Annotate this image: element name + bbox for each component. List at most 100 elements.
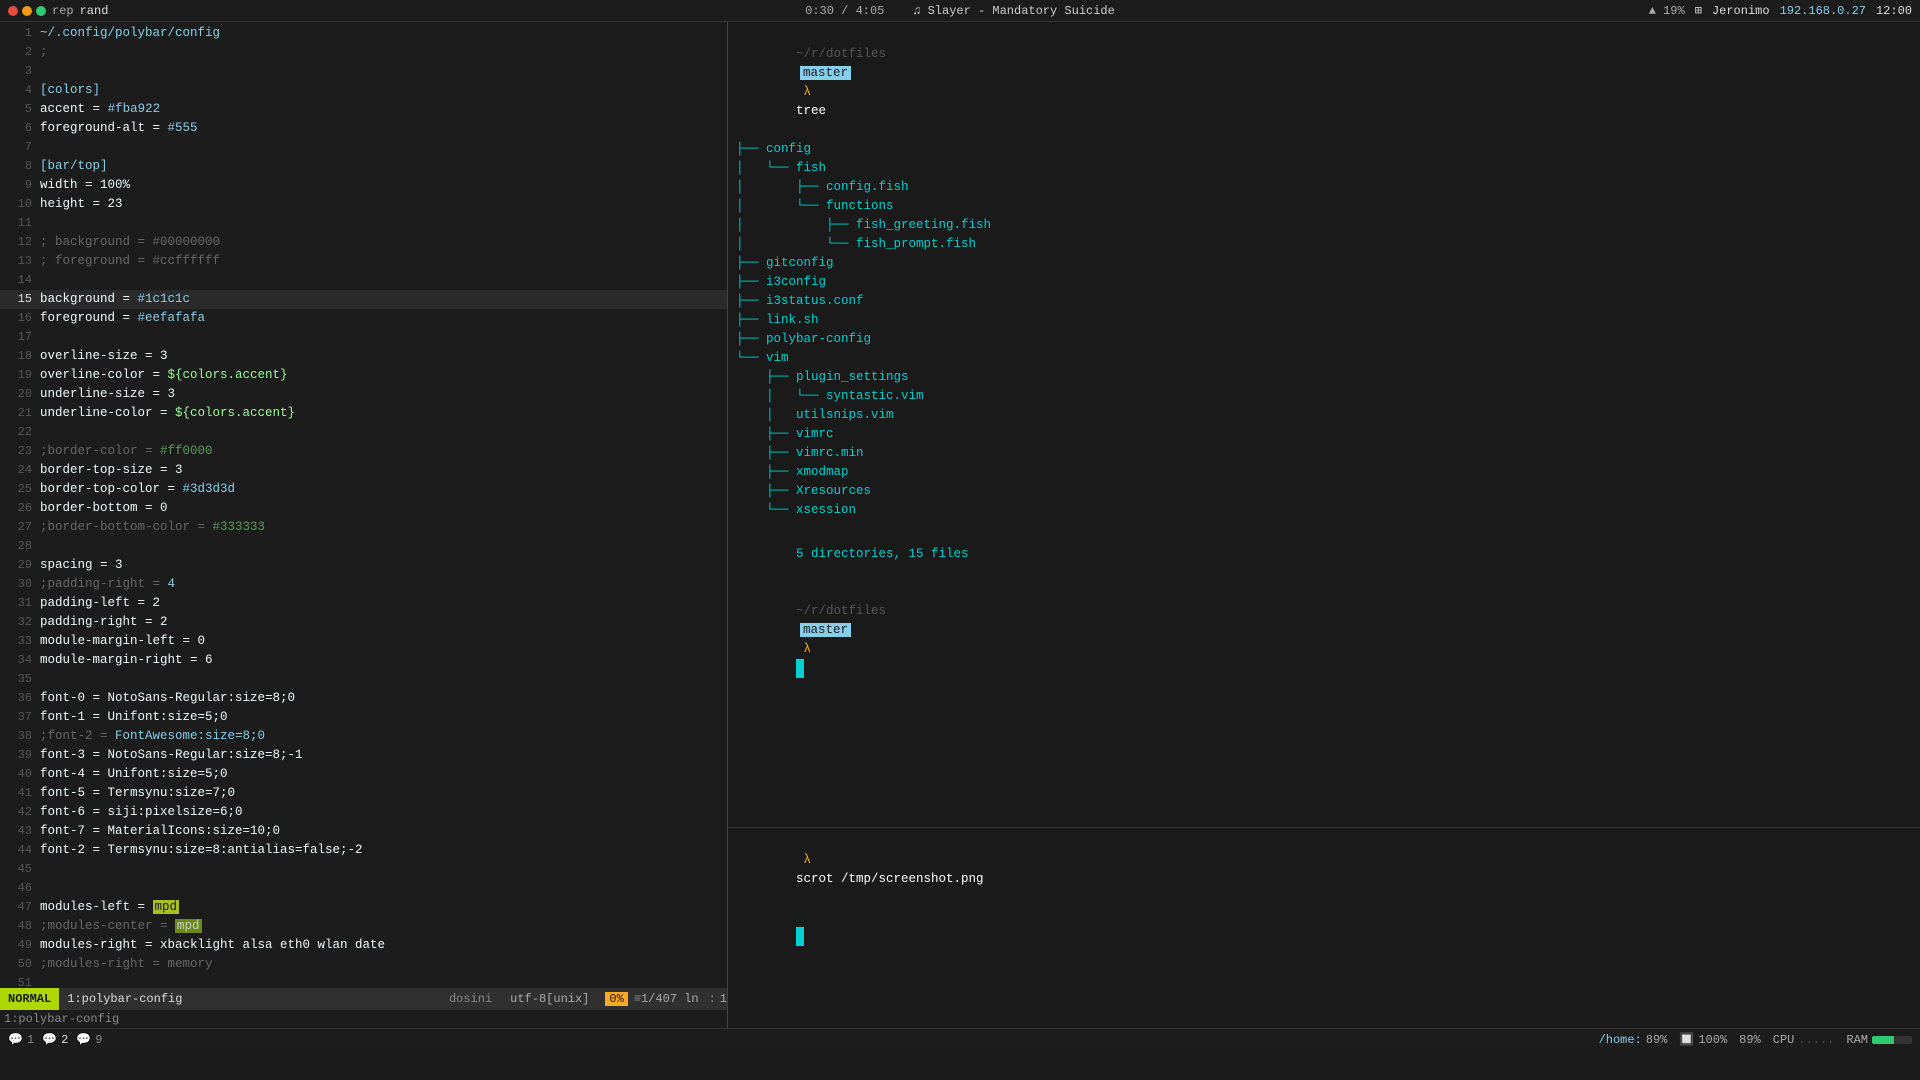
vim-statusbar: NORMAL 1:polybar-config dosini utf-8[uni…: [0, 988, 727, 1010]
line-17: 17: [0, 328, 727, 347]
bottombar-left: 💬 1 💬 2 💬 9: [8, 1032, 1589, 1047]
term-prompt2-line: ~/r/dotfiles master λ: [736, 583, 1912, 697]
line-33: 33 module-margin-left = 0: [0, 632, 727, 651]
media-song: ♫ Slayer - Mandatory Suicide: [913, 4, 1115, 18]
line-30: 30 ;padding-right = 4: [0, 575, 727, 594]
media-progress: 0:30 / 4:05: [805, 4, 884, 18]
tree-line-vimrc-min: ├── vimrc.min: [736, 444, 1912, 463]
line-50: 50 ;modules-right = memory: [0, 955, 727, 974]
tree-line-utilsnips: │ utilsnips.vim: [736, 406, 1912, 425]
topbar-center: 0:30 / 4:05 ♫ Slayer - Mandatory Suicide: [646, 4, 1274, 18]
line-15: 15 background = #1c1c1c: [0, 290, 727, 309]
line-29: 29 spacing = 3: [0, 556, 727, 575]
line-47: 47 modules-left = mpd: [0, 898, 727, 917]
tab-9-num: 9: [95, 1033, 102, 1047]
chat-icon-2: 💬: [42, 1032, 57, 1047]
line-49: 49 modules-right = xbacklight alsa eth0 …: [0, 936, 727, 955]
home-label: /home:: [1599, 1033, 1642, 1047]
topbar: rep rand 0:30 / 4:05 ♫ Slayer - Mandator…: [0, 0, 1920, 22]
terminal-tree-pane: ~/r/dotfiles master λ tree ├── config │ …: [728, 22, 1920, 828]
line-45: 45: [0, 860, 727, 879]
tree-line-fish-greeting: │ ├── fish_greeting.fish: [736, 216, 1912, 235]
tree-line-i3config: ├── i3config: [736, 273, 1912, 292]
window-controls: [8, 6, 46, 16]
tree-line-fish: │ └── fish: [736, 159, 1912, 178]
tree-line-configfish: │ ├── config.fish: [736, 178, 1912, 197]
line-48: 48 ;modules-center = mpd: [0, 917, 727, 936]
line-2: 2 ;: [0, 43, 727, 62]
tree-line-functions: │ └── functions: [736, 197, 1912, 216]
tree-line-i3status: ├── i3status.conf: [736, 292, 1912, 311]
line-37: 37 font-1 = Unifont:size=5;0: [0, 708, 727, 727]
tab-9[interactable]: 💬 9: [76, 1032, 102, 1047]
line-21: 21 underline-color = ${colors.accent}: [0, 404, 727, 423]
term-scrot-cursor: [736, 908, 1912, 965]
line-8: 8 [bar/top]: [0, 157, 727, 176]
terminal-panel[interactable]: ~/r/dotfiles master λ tree ├── config │ …: [728, 22, 1920, 1028]
topbar-right: ▲ 19% ⊞ Jeronimo 192.168.0.27 12:00: [1284, 3, 1912, 18]
line-12: 12 ; background = #00000000: [0, 233, 727, 252]
line-7: 7: [0, 138, 727, 157]
tab-1-num: 1: [27, 1033, 34, 1047]
vim-bottom-filename: 1:polybar-config: [4, 1012, 119, 1026]
close-dot[interactable]: [8, 6, 18, 16]
line-23: 23 ;border-color = #ff0000: [0, 442, 727, 461]
tree-line-plugin: ├── plugin_settings: [736, 368, 1912, 387]
term-scrot-line: λ scrot /tmp/screenshot.png: [736, 832, 1912, 908]
right-pct: 89%: [1739, 1033, 1761, 1047]
line-18: 18 overline-size = 3: [0, 347, 727, 366]
line-38: 38 ;font-2 = FontAwesome:size=8;0: [0, 727, 727, 746]
line-6: 6 foreground-alt = #555: [0, 119, 727, 138]
wifi-icon: ⊞: [1695, 3, 1702, 18]
tab-2[interactable]: 💬 2: [42, 1032, 68, 1047]
tab-2-num: 2: [61, 1033, 68, 1047]
line-5: 5 accent = #fba922: [0, 100, 727, 119]
line-19: 19 overline-color = ${colors.accent}: [0, 366, 727, 385]
vim-filename: 1:polybar-config: [67, 992, 182, 1006]
vim-mode: NORMAL: [0, 988, 59, 1010]
battery-pct: ▲ 19%: [1649, 4, 1685, 18]
cpu-stat: CPU .....: [1773, 1033, 1835, 1047]
minimize-dot[interactable]: [22, 6, 32, 16]
line-31: 31 padding-left = 2: [0, 594, 727, 613]
vim-editor[interactable]: 1 ~/.config/polybar/config 2 ; 3 4 [colo…: [0, 22, 728, 1028]
line-16: 16 foreground = #eefafafa: [0, 309, 727, 328]
tree-line-xsession: └── xsession: [736, 501, 1912, 520]
vim-bottom-label: 1:polybar-config: [0, 1010, 727, 1028]
home-stat: /home: 89%: [1599, 1033, 1668, 1047]
line-25: 25 border-top-color = #3d3d3d: [0, 480, 727, 499]
line-40: 40 font-4 = Unifont:size=5;0: [0, 765, 727, 784]
tree-line-xmodmap: ├── xmodmap: [736, 463, 1912, 482]
line-44: 44 font-2 = Termsynu:size=8:antialias=fa…: [0, 841, 727, 860]
line-10: 10 height = 23: [0, 195, 727, 214]
line-20: 20 underline-size = 3: [0, 385, 727, 404]
line-14: 14: [0, 271, 727, 290]
cpu-value: .....: [1798, 1033, 1834, 1047]
maximize-dot[interactable]: [36, 6, 46, 16]
line-39: 39 font-3 = NotoSans-Regular:size=8;-1: [0, 746, 727, 765]
topbar-left: rep rand: [8, 4, 636, 18]
bottombar-right: /home: 89% 🔲 100% 89% CPU ..... RAM: [1599, 1032, 1912, 1047]
zoom-icon: 🔲: [1679, 1032, 1694, 1047]
vim-linecount: 1/407 ln: [641, 992, 699, 1006]
line-24: 24 border-top-size = 3: [0, 461, 727, 480]
line-9: 9 width = 100%: [0, 176, 727, 195]
term-prompt-line: ~/r/dotfiles master λ tree: [736, 26, 1912, 140]
line-27: 27 ;border-bottom-color = #333333: [0, 518, 727, 537]
vim-equals: ≡: [634, 992, 641, 1006]
ram-bar-fill: [1872, 1036, 1894, 1044]
tree-line-config: ├── config: [736, 140, 1912, 159]
line-22: 22: [0, 423, 727, 442]
tree-line-vim: └── vim: [736, 349, 1912, 368]
chat-icon-9: 💬: [76, 1032, 91, 1047]
ram-stat: RAM: [1846, 1033, 1912, 1047]
line-34: 34 module-margin-right = 6: [0, 651, 727, 670]
tab-1[interactable]: 💬 1: [8, 1032, 34, 1047]
right-pct-stat: 89%: [1739, 1033, 1761, 1047]
chat-icon-1: 💬: [8, 1032, 23, 1047]
cpu-label: CPU: [1773, 1033, 1795, 1047]
vim-col: 1: [720, 992, 727, 1006]
tree-line-vimrc: ├── vimrc: [736, 425, 1912, 444]
line-35: 35: [0, 670, 727, 689]
tree-line-syntastic: │ └── syntastic.vim: [736, 387, 1912, 406]
